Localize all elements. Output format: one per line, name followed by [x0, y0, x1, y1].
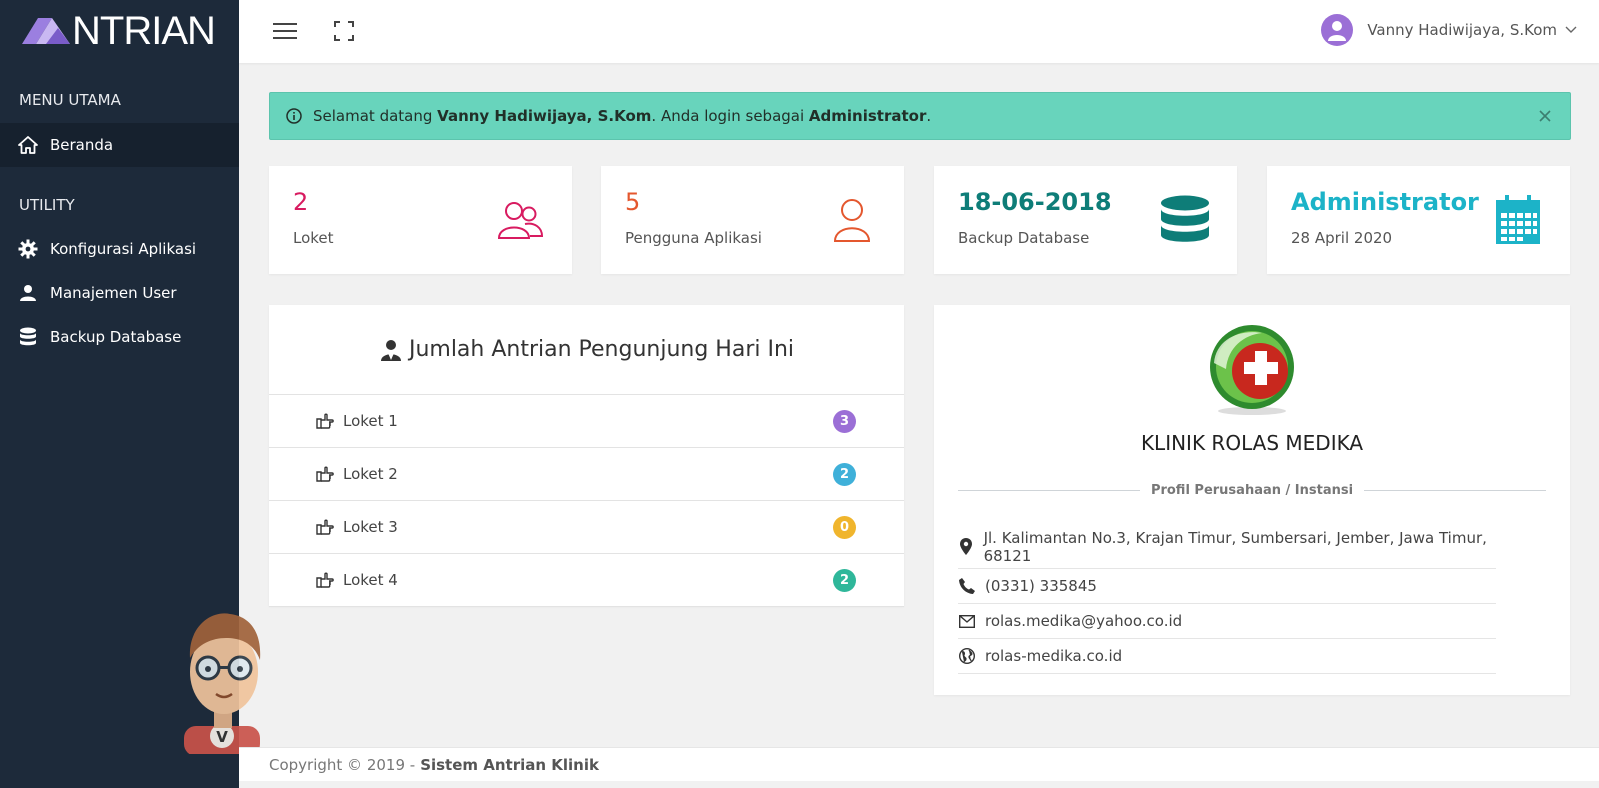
queue-row-label: Loket 4	[343, 571, 398, 589]
app-logo[interactable]: NTRIAN	[0, 0, 239, 62]
queue-panel-header: Jumlah Antrian Pengunjung Hari Ini	[269, 305, 904, 395]
clinic-logo	[1210, 325, 1294, 415]
queue-row-label: Loket 3	[343, 518, 398, 536]
mascot-avatar: V	[184, 613, 261, 754]
fullscreen-button[interactable]	[331, 18, 357, 44]
count-badge: 2	[833, 463, 856, 486]
hand-pointer-icon	[316, 413, 334, 429]
sidebar-item-backup-database[interactable]: Backup Database	[0, 315, 239, 359]
phone-row: (0331) 335845	[958, 569, 1496, 604]
database-icon	[18, 327, 38, 347]
address-row: Jl. Kalimantan No.3, Krajan Timur, Sumbe…	[958, 525, 1496, 569]
count-badge: 2	[833, 569, 856, 592]
user-name: Vanny Hadiwijaya, S.Kom	[1367, 21, 1557, 39]
phone-text: (0331) 335845	[985, 577, 1097, 595]
phone-icon	[958, 577, 976, 595]
count-badge: 3	[833, 410, 856, 433]
stat-card-pengguna: 5 Pengguna Aplikasi	[601, 166, 904, 274]
user-menu[interactable]: Vanny Hadiwijaya, S.Kom	[1321, 12, 1577, 48]
clinic-name: KLINIK ROLAS MEDIKA	[1140, 431, 1364, 455]
sidebar-item-label: Manajemen User	[50, 284, 177, 302]
menu-toggle-button[interactable]	[272, 18, 298, 44]
count-badge: 0	[833, 516, 856, 539]
sidebar-item-beranda[interactable]: Beranda	[0, 123, 239, 167]
queue-title: Jumlah Antrian Pengunjung Hari Ini	[408, 337, 795, 362]
alert-user: Vanny Hadiwijaya, S.Kom	[437, 107, 652, 125]
menu-header-main: MENU UTAMA	[19, 91, 121, 109]
stat-card-loket: 2 Loket	[269, 166, 572, 274]
logo-mark-icon	[22, 18, 70, 44]
sidebar-item-label: Beranda	[50, 136, 114, 154]
queue-row-loket-1[interactable]: Loket 1 3	[269, 395, 904, 448]
stat-label: Pengguna Aplikasi	[625, 229, 762, 247]
stat-card-backup: 18-06-2018 Backup Database	[934, 166, 1237, 274]
queue-row-loket-4[interactable]: Loket 4 2	[269, 554, 904, 607]
info-icon	[286, 108, 302, 124]
user-outline-icon	[826, 194, 878, 246]
svg-text:V: V	[216, 728, 228, 746]
stat-label: 28 April 2020	[1291, 229, 1393, 247]
avatar	[1321, 14, 1354, 46]
sidebar-item-konfigurasi[interactable]: Konfigurasi Aplikasi	[0, 227, 239, 271]
footer-app-name: Sistem Antrian Klinik	[420, 755, 599, 774]
map-marker-icon	[958, 538, 975, 556]
copyright-text: Copyright © 2019 -	[269, 755, 416, 774]
user-avatar-icon	[1328, 21, 1347, 41]
queue-row-label: Loket 2	[343, 465, 398, 483]
stat-card-role: Administrator 28 April 2020	[1267, 166, 1570, 274]
email-text: rolas.medika@yahoo.co.id	[985, 612, 1183, 630]
alert-close-button[interactable]	[1536, 107, 1554, 125]
fullscreen-icon	[334, 21, 354, 41]
stat-value: 18-06-2018	[958, 188, 1112, 216]
alert-text: Selamat datang Vanny Hadiwijaya, S.Kom. …	[313, 107, 932, 125]
stat-label: Backup Database	[958, 229, 1090, 247]
hand-pointer-icon	[316, 466, 334, 482]
footer: Copyright © 2019 - Sistem Antrian Klinik	[239, 747, 1599, 781]
hamburger-icon	[273, 23, 297, 39]
company-profile-panel: KLINIK ROLAS MEDIKA Profil Perusahaan / …	[934, 305, 1570, 695]
hand-pointer-icon	[316, 572, 334, 588]
stat-value: Administrator	[1291, 188, 1479, 216]
website-text: rolas-medika.co.id	[985, 647, 1123, 665]
queue-row-loket-2[interactable]: Loket 2 2	[269, 448, 904, 501]
queue-panel: Jumlah Antrian Pengunjung Hari Ini Loket…	[269, 305, 904, 607]
email-row[interactable]: rolas.medika@yahoo.co.id	[958, 604, 1496, 639]
topbar: Vanny Hadiwijaya, S.Kom	[239, 0, 1599, 63]
sidebar-item-label: Backup Database	[50, 328, 182, 346]
user-icon	[18, 283, 38, 303]
close-icon	[1539, 110, 1551, 122]
stat-value: 5	[625, 188, 641, 216]
database-icon	[1159, 194, 1211, 246]
sidebar-item-label: Konfigurasi Aplikasi	[50, 240, 197, 258]
logo-text: NTRIAN	[72, 9, 216, 53]
alert-role: Administrator	[808, 107, 927, 125]
section-divider: Profil Perusahaan / Instansi	[958, 482, 1547, 498]
section-title: Profil Perusahaan / Instansi	[1150, 482, 1354, 498]
website-row[interactable]: rolas-medika.co.id	[958, 639, 1496, 674]
stat-value: 2	[293, 188, 309, 216]
home-icon	[18, 135, 38, 155]
queue-row-label: Loket 1	[343, 412, 398, 430]
user-secret-icon	[380, 339, 401, 361]
welcome-alert: Selamat datang Vanny Hadiwijaya, S.Kom. …	[269, 92, 1571, 140]
envelope-icon	[958, 612, 976, 630]
hand-pointer-icon	[316, 519, 334, 535]
address-text: Jl. Kalimantan No.3, Krajan Timur, Sumbe…	[983, 528, 1487, 565]
users-icon	[494, 194, 546, 246]
menu-header-utility: UTILITY	[19, 196, 75, 214]
calendar-icon	[1492, 194, 1544, 246]
stat-label: Loket	[293, 229, 334, 247]
chevron-down-icon	[1565, 26, 1577, 33]
gear-icon	[18, 239, 38, 259]
sidebar-item-manajemen-user[interactable]: Manajemen User	[0, 271, 239, 315]
queue-row-loket-3[interactable]: Loket 3 0	[269, 501, 904, 554]
globe-icon	[958, 647, 976, 665]
